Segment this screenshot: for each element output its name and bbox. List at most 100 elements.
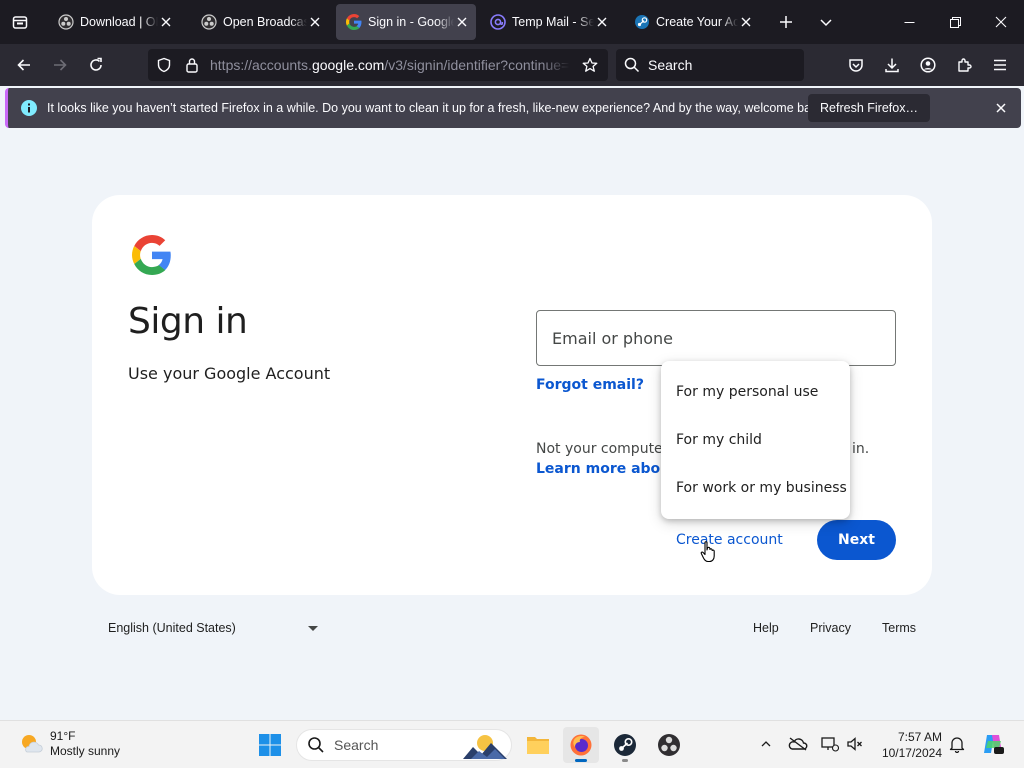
forward-button[interactable] bbox=[44, 49, 76, 81]
page-title: Sign in bbox=[128, 301, 248, 342]
plus-icon bbox=[780, 16, 792, 28]
tab-label: Create Your Account bbox=[656, 15, 738, 29]
clock[interactable]: 7:57 AM 10/17/2024 bbox=[876, 729, 942, 761]
file-explorer-button[interactable] bbox=[520, 727, 556, 763]
reload-button[interactable] bbox=[80, 49, 112, 81]
url-host: google.com bbox=[311, 57, 385, 73]
clock-date: 10/17/2024 bbox=[881, 746, 942, 760]
forgot-email-link[interactable]: Forgot email? bbox=[536, 377, 644, 393]
lock-icon[interactable] bbox=[178, 49, 206, 81]
notification-center-button[interactable] bbox=[946, 733, 968, 755]
extensions-button[interactable] bbox=[948, 49, 980, 81]
windows-icon bbox=[259, 734, 281, 756]
weather-desc: Mostly sunny bbox=[50, 744, 121, 758]
close-icon[interactable] bbox=[993, 100, 1009, 116]
terms-link[interactable]: Terms bbox=[882, 621, 916, 635]
search-bar[interactable]: Search bbox=[616, 49, 804, 81]
download-icon bbox=[885, 58, 899, 73]
active-indicator bbox=[575, 759, 587, 762]
list-all-tabs-button[interactable] bbox=[810, 6, 842, 38]
running-indicator bbox=[622, 759, 628, 762]
hand-cursor-icon bbox=[700, 541, 715, 563]
chevron-down-icon bbox=[820, 19, 832, 27]
bell-icon bbox=[949, 737, 965, 753]
shield-icon[interactable] bbox=[150, 49, 178, 81]
onedrive-tray-icon[interactable] bbox=[787, 733, 809, 755]
minimize-button[interactable] bbox=[886, 0, 932, 44]
privacy-link[interactable]: Privacy bbox=[810, 621, 851, 635]
email-field-placeholder: Email or phone bbox=[552, 329, 673, 348]
arrow-right-icon bbox=[54, 59, 67, 71]
search-icon bbox=[624, 57, 640, 73]
url-prefix: https://accounts. bbox=[210, 57, 312, 73]
steam-taskbar-button[interactable] bbox=[607, 727, 643, 763]
hamburger-icon bbox=[994, 59, 1006, 71]
volume-tray-icon[interactable] bbox=[844, 733, 866, 755]
notification-text: It looks like you haven’t started Firefo… bbox=[47, 101, 828, 115]
account-icon bbox=[920, 57, 936, 73]
close-icon[interactable] bbox=[454, 14, 470, 30]
obs-icon bbox=[58, 14, 74, 30]
url-text[interactable]: https://accounts.google.com/v3/signin/id… bbox=[210, 57, 570, 73]
close-icon[interactable] bbox=[594, 14, 610, 30]
menu-item-child[interactable]: For my child bbox=[661, 416, 850, 464]
language-selector[interactable]: English (United States) bbox=[108, 621, 318, 635]
menu-item-personal-use[interactable]: For my personal use bbox=[661, 368, 850, 416]
show-hidden-icons-button[interactable] bbox=[755, 733, 777, 755]
copilot-icon bbox=[984, 735, 1004, 754]
bookmark-star-icon[interactable] bbox=[578, 53, 602, 77]
info-icon bbox=[21, 100, 37, 116]
create-account-button[interactable]: Create account bbox=[676, 532, 783, 548]
not-your-computer-text: Not your computer? bbox=[536, 441, 676, 457]
restore-icon bbox=[949, 16, 961, 28]
reload-icon bbox=[90, 57, 102, 71]
menu-button[interactable] bbox=[984, 49, 1016, 81]
url-path: /v3/signin/identifier?continue=https bbox=[384, 57, 570, 73]
start-button[interactable] bbox=[252, 727, 288, 763]
help-link[interactable]: Help bbox=[753, 621, 779, 635]
page-subtitle: Use your Google Account bbox=[128, 364, 331, 383]
email-field[interactable]: Email or phone bbox=[536, 310, 896, 366]
back-button[interactable] bbox=[8, 49, 40, 81]
close-icon[interactable] bbox=[307, 14, 323, 30]
clock-time: 7:57 AM bbox=[897, 730, 942, 744]
firefox-taskbar-button[interactable] bbox=[563, 727, 599, 763]
minimize-icon bbox=[904, 21, 914, 23]
close-icon bbox=[995, 16, 1007, 28]
create-account-menu: For my personal use For my child For wor… bbox=[661, 361, 850, 519]
refresh-firefox-notification: It looks like you haven’t started Firefo… bbox=[5, 88, 1021, 128]
url-bar[interactable]: https://accounts.google.com/v3/signin/id… bbox=[148, 49, 608, 81]
refresh-firefox-button[interactable]: Refresh Firefox… bbox=[808, 94, 930, 122]
taskbar: 91°F Mostly sunny Search 7:57 AM 10/17/2… bbox=[0, 720, 1024, 768]
tab-strip: Download | OBS Open Broadcaster Sign in … bbox=[0, 0, 1024, 44]
tab-download-obs[interactable]: Download | OBS bbox=[48, 4, 180, 40]
network-tray-icon[interactable] bbox=[819, 733, 841, 755]
navigation-toolbar: https://accounts.google.com/v3/signin/id… bbox=[0, 44, 1024, 86]
obs-taskbar-button[interactable] bbox=[651, 727, 687, 763]
taskbar-search[interactable]: Search bbox=[296, 729, 512, 761]
downloads-button[interactable] bbox=[876, 49, 908, 81]
weather-temp: 91°F bbox=[50, 729, 76, 743]
close-window-button[interactable] bbox=[978, 0, 1024, 44]
tab-open-broadcaster[interactable]: Open Broadcaster bbox=[191, 4, 329, 40]
firefox-view-icon bbox=[12, 16, 28, 29]
close-icon[interactable] bbox=[158, 14, 174, 30]
sun-cloud-icon bbox=[18, 731, 44, 757]
restore-button[interactable] bbox=[932, 0, 978, 44]
pocket-icon bbox=[849, 59, 863, 72]
tab-temp-mail[interactable]: Temp Mail - Secure bbox=[480, 4, 616, 40]
copilot-button[interactable] bbox=[980, 731, 1006, 757]
weather-widget[interactable]: 91°F Mostly sunny bbox=[18, 729, 120, 759]
next-button[interactable]: Next bbox=[817, 520, 896, 560]
pocket-button[interactable] bbox=[840, 49, 872, 81]
new-tab-button[interactable] bbox=[770, 6, 802, 38]
tab-create-account[interactable]: Create Your Account bbox=[624, 4, 760, 40]
learn-more-link[interactable]: Learn more about bbox=[536, 461, 677, 477]
menu-item-work-business[interactable]: For work or my business bbox=[661, 464, 850, 512]
close-icon[interactable] bbox=[738, 14, 754, 30]
taskbar-search-label: Search bbox=[334, 737, 379, 753]
tab-label: Download | OBS bbox=[80, 15, 158, 29]
account-button[interactable] bbox=[912, 49, 944, 81]
firefox-view-button[interactable] bbox=[4, 6, 36, 38]
tab-google-signin[interactable]: Sign in - Google Accounts bbox=[336, 4, 476, 40]
